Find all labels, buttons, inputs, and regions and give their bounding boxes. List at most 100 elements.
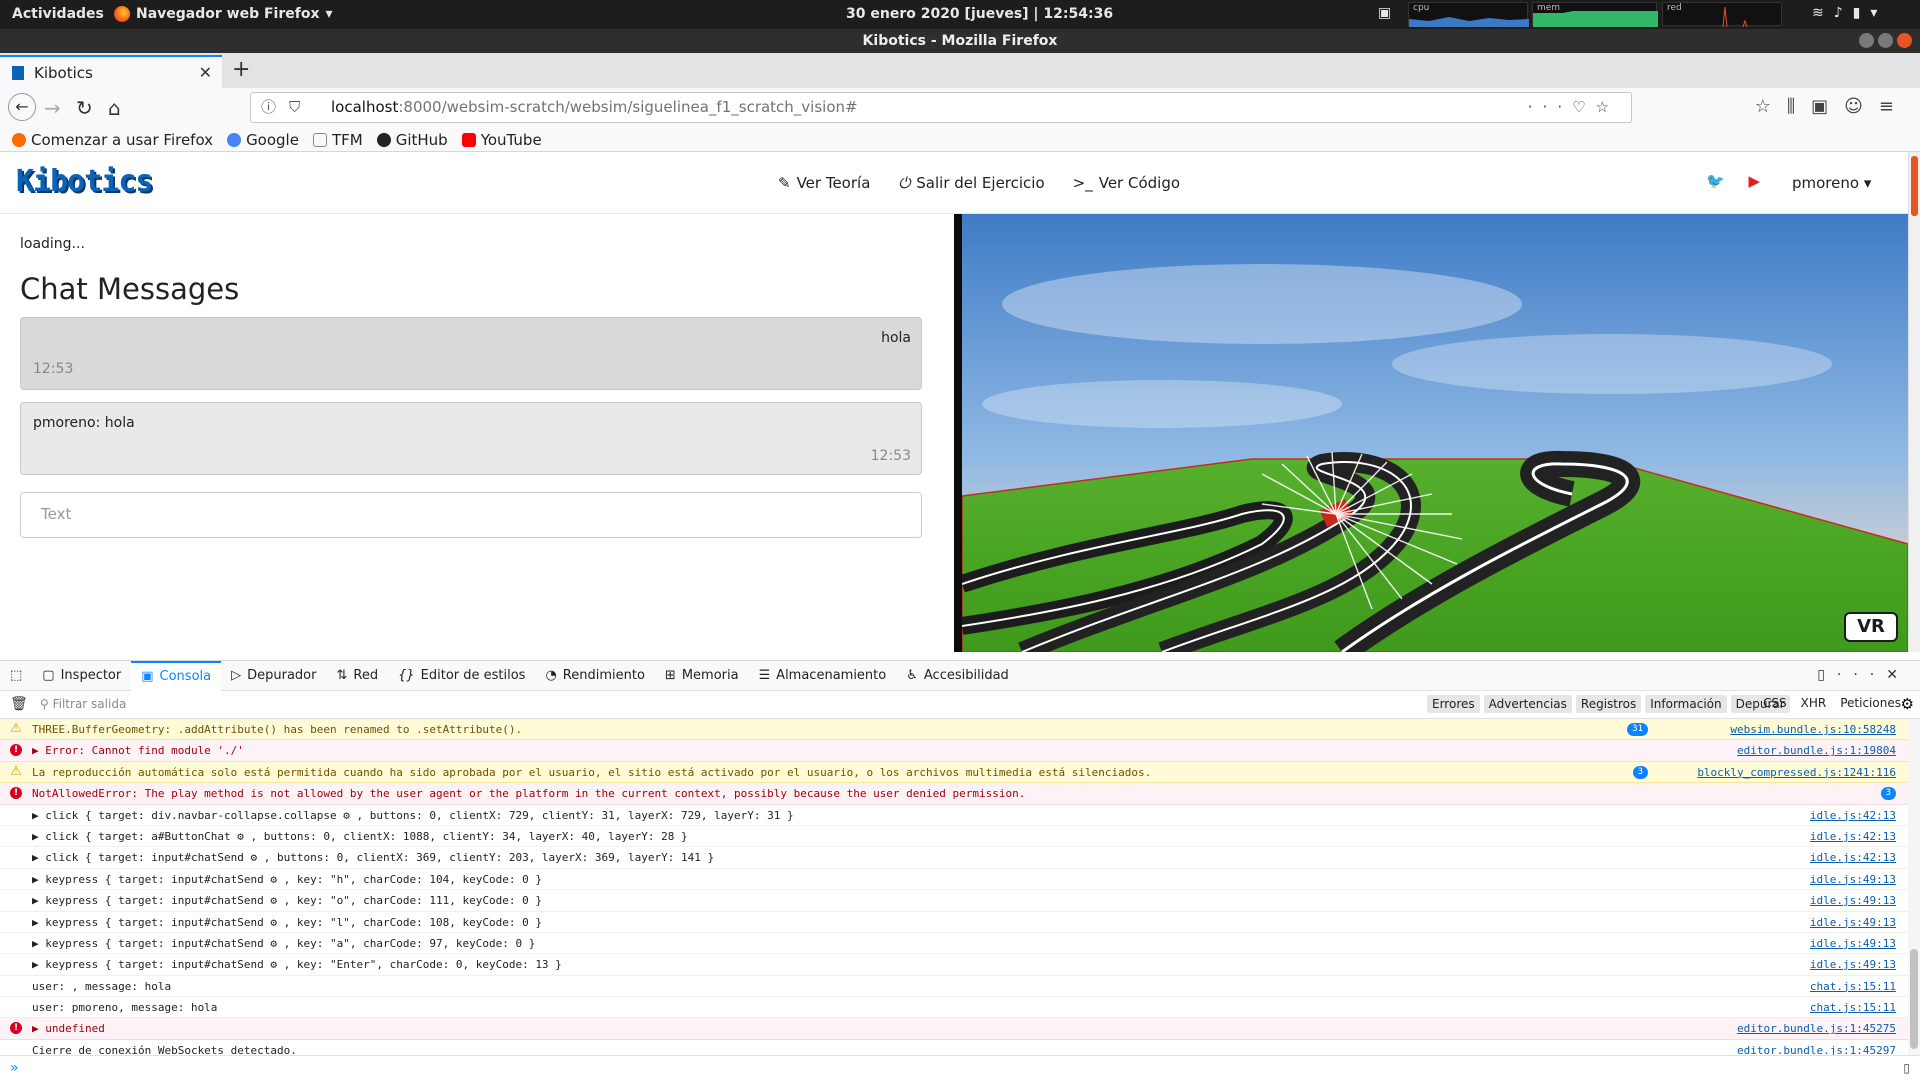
toolbar-right-icons[interactable]: ☆⫼▣☺≡: [1755, 96, 1910, 117]
filter-input[interactable]: ⚲ Filtrar salida: [40, 697, 126, 711]
console-message[interactable]: ⚠ La reproducción automática solo está pe…: [0, 761, 1908, 784]
filter-xhr[interactable]: XHR: [1801, 696, 1827, 710]
minimize-button[interactable]: [1859, 33, 1874, 48]
salir-ejercicio-link[interactable]: ⏻ Salir del Ejercicio: [898, 174, 1044, 192]
source-link[interactable]: idle.js:49:13: [1810, 933, 1896, 954]
filter-css[interactable]: CSS: [1763, 696, 1787, 710]
console-message-text: ▶ undefined: [32, 1022, 105, 1036]
panel-divider[interactable]: [954, 214, 962, 652]
tab-almacenamiento[interactable]: ☰ Almacenamiento: [749, 661, 897, 691]
source-link[interactable]: blockly_compressed.js:1241:116: [1697, 762, 1896, 783]
bookmark-item[interactable]: GitHub: [376, 131, 448, 149]
console-input[interactable]: » ▯: [0, 1055, 1920, 1081]
source-link[interactable]: editor.bundle.js:1:45297: [1737, 1040, 1896, 1055]
console-message[interactable]: Cierre de conexión WebSockets detectado.…: [0, 1040, 1908, 1055]
reload-button[interactable]: ↻: [76, 96, 93, 120]
element-picker-icon[interactable]: ⬚: [0, 661, 32, 691]
source-link[interactable]: idle.js:42:13: [1810, 826, 1896, 847]
tracking-protection-icon[interactable]: ⛉: [289, 93, 300, 122]
bookmark-item[interactable]: TFM: [312, 131, 363, 149]
console-message[interactable]: ▶ keypress { target: input#chatSend ⚙ , …: [0, 912, 1908, 933]
activities-button[interactable]: Actividades: [12, 6, 104, 22]
youtube-icon[interactable]: ▶: [1749, 172, 1761, 190]
twitter-icon[interactable]: 🐦: [1706, 172, 1725, 190]
repeat-count-badge: 3: [1880, 787, 1896, 801]
console-message[interactable]: ! ▶ undefined editor.bundle.js:1:45275: [0, 1018, 1908, 1040]
console-output: ⚠ THREE.BufferGeometry: .addAttribute() h…: [0, 719, 1908, 1055]
ver-teoria-link[interactable]: ✎ Ver Teoría: [778, 174, 870, 192]
tab-inspector[interactable]: ▢ Inspector: [32, 661, 131, 691]
devtools-window-controls[interactable]: ▯···✕: [1817, 667, 1910, 683]
filter-advertencias[interactable]: Advertencias: [1483, 695, 1572, 713]
site-info-icon[interactable]: ⓘ: [261, 93, 276, 122]
console-message[interactable]: ▶ keypress { target: input#chatSend ⚙ , …: [0, 890, 1908, 912]
kibotics-logo[interactable]: Kibotics: [16, 164, 153, 199]
filter-informacion[interactable]: Información: [1645, 695, 1727, 713]
screen-icon[interactable]: ▣: [1378, 5, 1391, 21]
youtube-icon: [461, 132, 476, 147]
source-link[interactable]: chat.js:15:11: [1810, 976, 1896, 997]
console-message[interactable]: user: pmoreno, message: hola chat.js:15:1…: [0, 997, 1908, 1019]
filter-registros[interactable]: Registros: [1575, 695, 1642, 713]
tab-editor-estilos[interactable]: {} Editor de estilos: [388, 661, 535, 691]
forward-button[interactable]: →: [44, 96, 61, 120]
page-scrollbar[interactable]: [1908, 152, 1920, 652]
tab-red[interactable]: ⇅ Red: [326, 661, 388, 691]
tab-depurador[interactable]: ▷ Depurador: [221, 661, 326, 691]
bookmark-item[interactable]: Google: [227, 131, 299, 149]
clock[interactable]: 30 enero 2020 [jueves] | 12:54:36: [846, 6, 1113, 22]
console-message[interactable]: ▶ click { target: a#ButtonChat ⚙ , butto…: [0, 826, 1908, 848]
source-link[interactable]: idle.js:42:13: [1810, 805, 1896, 826]
console-message[interactable]: ▶ keypress { target: input#chatSend ⚙ , …: [0, 933, 1908, 955]
console-message[interactable]: ⚠ THREE.BufferGeometry: .addAttribute() h…: [0, 719, 1908, 741]
tab-kibotics[interactable]: Kibotics ✕: [0, 55, 222, 88]
close-window-button[interactable]: [1897, 33, 1912, 48]
error-icon: !: [10, 744, 22, 757]
user-menu[interactable]: pmoreno ▾: [1792, 174, 1871, 192]
console-message[interactable]: ! NotAllowedError: The play method is not…: [0, 783, 1908, 805]
console-message[interactable]: user: , message: hola chat.js:15:11: [0, 976, 1908, 998]
trash-icon[interactable]: 🗑: [10, 696, 28, 712]
url-bar[interactable]: ⓘ ⛉ localhost:8000/websim-scratch/websim…: [250, 92, 1632, 123]
new-tab-button[interactable]: +: [232, 57, 250, 82]
bookmark-item[interactable]: Comenzar a usar Firefox: [12, 131, 213, 149]
console-scrollbar[interactable]: [1908, 719, 1920, 1055]
maximize-button[interactable]: [1878, 33, 1893, 48]
simulator-3d-view[interactable]: VR: [962, 214, 1908, 652]
gear-icon[interactable]: ⚙: [1901, 695, 1914, 713]
console-message[interactable]: ▶ click { target: div.navbar-collapse.co…: [0, 805, 1908, 826]
source-link[interactable]: idle.js:49:13: [1810, 890, 1896, 911]
console-message[interactable]: ! ▶ Error: Cannot find module './' editor.…: [0, 740, 1908, 762]
chat-input[interactable]: Text: [20, 492, 922, 538]
github-icon: [376, 132, 391, 147]
source-link[interactable]: websim.bundle.js:10:58248: [1730, 719, 1896, 740]
tab-rendimiento[interactable]: ◔ Rendimiento: [535, 661, 654, 691]
console-message[interactable]: ▶ keypress { target: input#chatSend ⚙ , …: [0, 954, 1908, 976]
source-link[interactable]: editor.bundle.js:1:19804: [1737, 740, 1896, 761]
console-message[interactable]: ▶ click { target: input#chatSend ⚙ , but…: [0, 847, 1908, 869]
vr-button[interactable]: VR: [1844, 612, 1898, 642]
filter-peticiones[interactable]: Peticiones: [1840, 696, 1901, 710]
app-menu[interactable]: Navegador web Firefox ▾: [114, 6, 333, 22]
console-message[interactable]: ▶ keypress { target: input#chatSend ⚙ , …: [0, 869, 1908, 891]
bookmark-item[interactable]: YouTube: [461, 131, 542, 149]
page-actions-icons[interactable]: ···♡☆: [1528, 93, 1619, 122]
back-button[interactable]: ←: [8, 93, 36, 121]
source-link[interactable]: idle.js:42:13: [1810, 847, 1896, 868]
close-tab-icon[interactable]: ✕: [199, 63, 212, 82]
source-link[interactable]: chat.js:15:11: [1810, 997, 1896, 1018]
system-tray-icons[interactable]: ≋♪▮▾: [1812, 5, 1887, 21]
tab-consola[interactable]: ▣ Consola: [131, 660, 222, 691]
source-link[interactable]: idle.js:49:13: [1810, 912, 1896, 933]
source-link[interactable]: idle.js:49:13: [1810, 869, 1896, 890]
console-message-text: ▶ click { target: div.navbar-collapse.co…: [32, 808, 794, 822]
source-link[interactable]: idle.js:49:13: [1810, 954, 1896, 975]
split-console-icon[interactable]: ▯: [1903, 1061, 1910, 1075]
home-button[interactable]: ⌂: [108, 96, 121, 120]
tab-memoria[interactable]: ⊞ Memoria: [655, 661, 749, 691]
tab-accesibilidad[interactable]: ♿ Accesibilidad: [896, 661, 1019, 691]
source-link[interactable]: editor.bundle.js:1:45275: [1737, 1018, 1896, 1039]
pencil-icon: ✎: [778, 174, 791, 192]
ver-codigo-link[interactable]: >_ Ver Código: [1073, 174, 1180, 192]
filter-errores[interactable]: Errores: [1427, 695, 1480, 713]
